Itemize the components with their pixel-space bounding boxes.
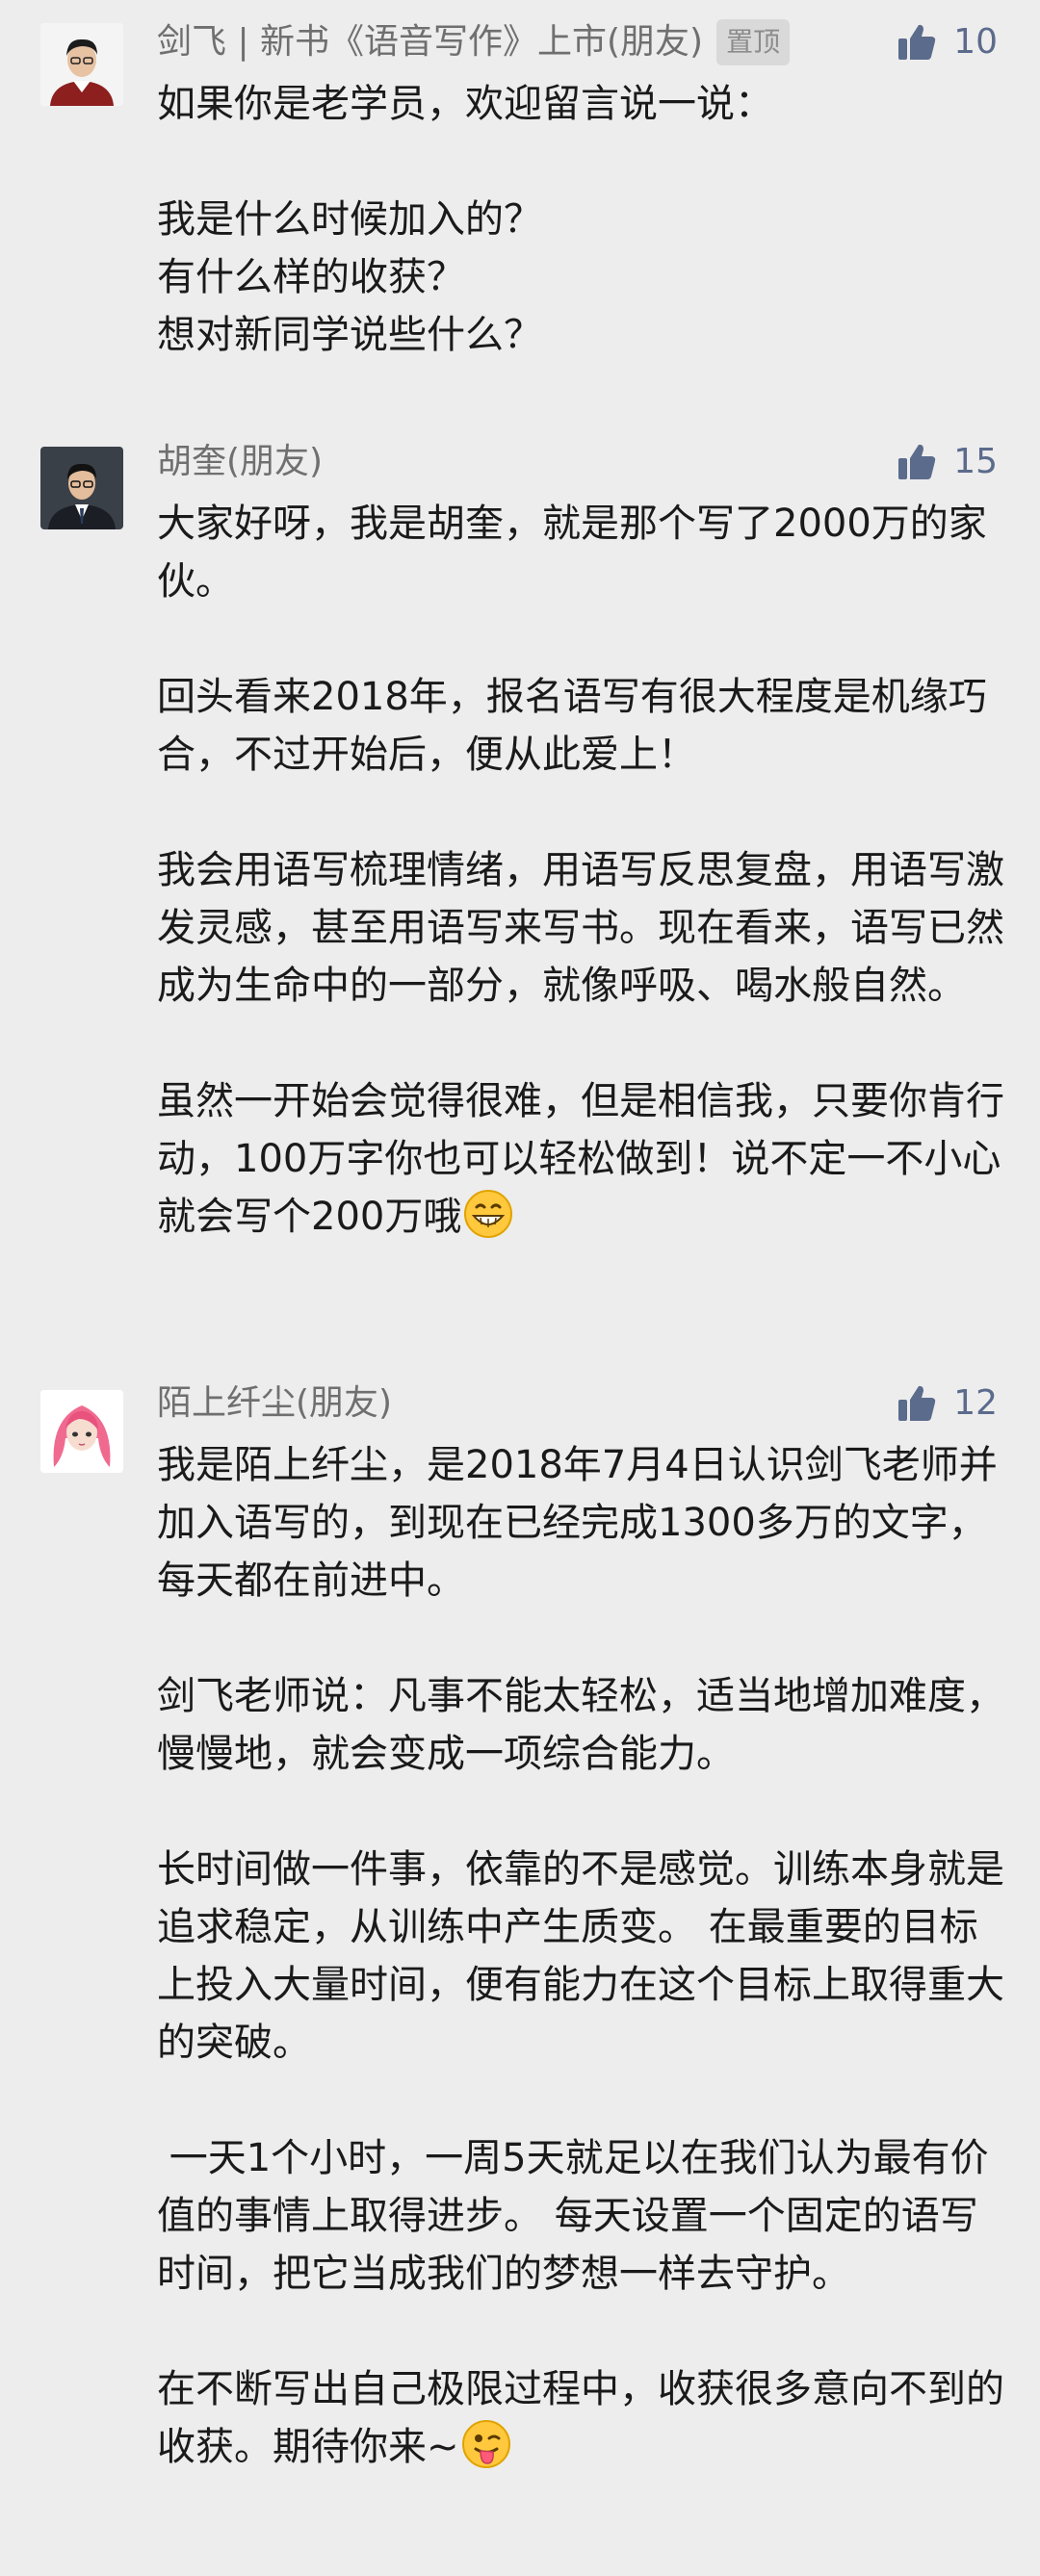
thumbs-up-icon [898, 1385, 936, 1421]
like-button[interactable]: 15 [896, 435, 998, 489]
grinning-face-emoji-icon [463, 1189, 513, 1239]
like-count: 10 [953, 22, 998, 62]
thumbs-up-icon [898, 24, 936, 60]
man-in-red-sweater-avatar-icon [40, 23, 123, 106]
comment-text: 如果你是老学员，欢迎留言说一说： 我是什么时候加入的？ 有什么样的收获？ 想对新… [157, 82, 773, 357]
like-count: 12 [953, 1383, 998, 1423]
avatar[interactable] [40, 23, 123, 106]
like-button[interactable]: 12 [896, 1377, 998, 1430]
thumbs-up-icon [898, 444, 936, 479]
like-button[interactable]: 10 [896, 15, 998, 69]
comment-text: 我是陌上纤尘，是2018年7月4日认识剑飞老师并加入语写的，到现在已经完成130… [157, 1436, 1004, 2476]
commenter-name[interactable]: 剑飞 | 新书《语音写作》上市(朋友) [157, 15, 703, 69]
comment-header: 剑飞 | 新书《语音写作》上市(朋友) 置顶 [157, 15, 791, 69]
pink-hair-girl-avatar-icon [40, 1390, 123, 1473]
pinned-badge: 置顶 [716, 19, 791, 65]
comment-header: 胡奎(朋友) [157, 435, 323, 489]
avatar[interactable] [40, 1390, 123, 1473]
like-count: 15 [953, 442, 998, 481]
man-in-suit-avatar-icon [40, 447, 123, 529]
comment-header: 陌上纤尘(朋友) [157, 1377, 392, 1430]
commenter-name[interactable]: 陌上纤尘(朋友) [157, 1377, 392, 1430]
winking-tongue-face-emoji-icon [461, 2419, 511, 2469]
commenter-name[interactable]: 胡奎(朋友) [157, 435, 323, 489]
comment-body-text: 我是陌上纤尘，是2018年7月4日认识剑飞老师并加入语写的，到现在已经完成130… [157, 1443, 1004, 2469]
avatar[interactable] [40, 447, 123, 529]
comment-body-text: 大家好呀，我是胡奎，就是那个写了2000万的家伙。 回头看来2018年，报名语写… [157, 502, 1004, 1239]
comment-text: 大家好呀，我是胡奎，就是那个写了2000万的家伙。 回头看来2018年，报名语写… [157, 495, 1004, 1246]
